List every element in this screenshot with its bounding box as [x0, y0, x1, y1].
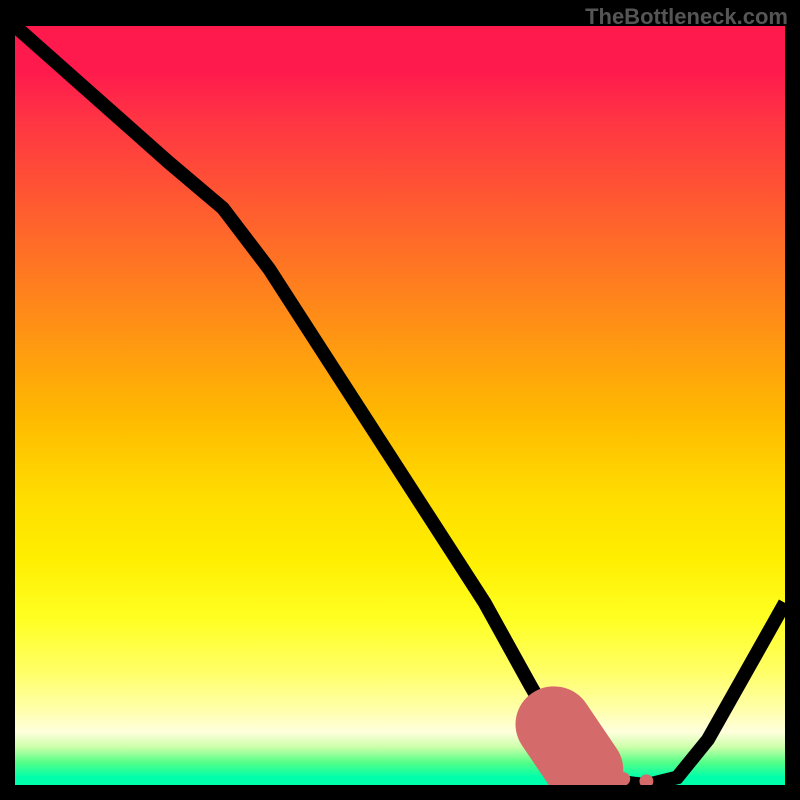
- highlight-dot: [586, 767, 600, 781]
- highlight-dot: [601, 771, 615, 785]
- watermark-text: TheBottleneck.com: [585, 4, 788, 30]
- highlight-segment: [554, 724, 585, 770]
- bottleneck-curve: [15, 26, 785, 785]
- chart-curve-svg: [15, 26, 785, 785]
- chart-plot-area: [15, 26, 785, 785]
- highlight-dot: [639, 774, 653, 785]
